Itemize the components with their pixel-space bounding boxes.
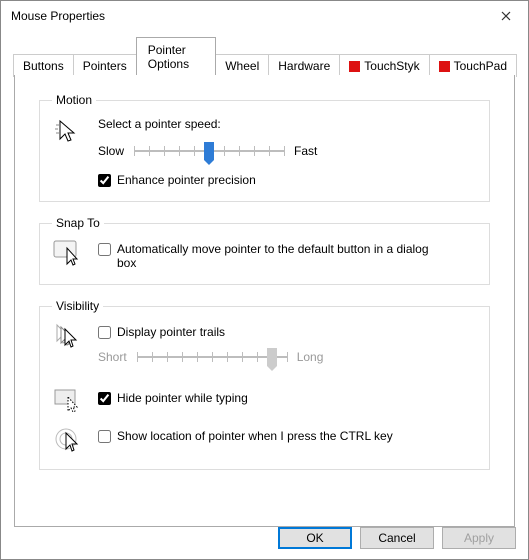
hide-pointer-checkbox[interactable]: Hide pointer while typing — [98, 391, 477, 405]
mouse-properties-dialog: Mouse Properties Buttons Pointers Pointe… — [0, 0, 529, 560]
tab-content: Motion Select a pointer speed: Slow — [14, 75, 515, 527]
pointer-trails-icon — [53, 323, 83, 351]
motion-legend: Motion — [52, 93, 96, 107]
visibility-legend: Visibility — [52, 299, 103, 313]
tab-pointer-options[interactable]: Pointer Options — [136, 37, 216, 76]
window-title: Mouse Properties — [11, 9, 105, 23]
visibility-group: Visibility Display pointer trails — [39, 299, 490, 470]
synaptics-icon — [349, 61, 360, 72]
tab-strip: Buttons Pointers Pointer Options Wheel H… — [1, 31, 528, 76]
ctrl-locate-icon — [54, 427, 82, 455]
trails-short-label: Short — [98, 350, 127, 364]
titlebar: Mouse Properties — [1, 1, 528, 31]
pointer-speed-slider[interactable] — [134, 141, 284, 161]
dialog-buttons: OK Cancel Apply — [278, 527, 516, 549]
snapto-group: Snap To Automatically move pointer to th… — [39, 216, 490, 285]
ctrl-locate-checkbox[interactable]: Show location of pointer when I press th… — [98, 429, 477, 443]
motion-group: Motion Select a pointer speed: Slow — [39, 93, 490, 202]
pointer-speed-label: Select a pointer speed: — [98, 117, 477, 131]
trails-long-label: Long — [297, 350, 324, 364]
tab-touchpad[interactable]: TouchPad — [429, 54, 517, 77]
hide-pointer-icon — [54, 389, 82, 413]
close-button[interactable] — [486, 2, 526, 30]
pointer-trails-checkbox[interactable]: Display pointer trails — [98, 325, 477, 339]
apply-button: Apply — [442, 527, 516, 549]
close-icon — [501, 11, 511, 21]
cancel-button[interactable]: Cancel — [360, 527, 434, 549]
tab-hardware[interactable]: Hardware — [268, 54, 340, 77]
tab-pointers[interactable]: Pointers — [73, 54, 137, 77]
tab-wheel[interactable]: Wheel — [215, 54, 269, 77]
pointer-trails-slider — [137, 347, 287, 367]
synaptics-icon — [439, 61, 450, 72]
tab-touchstyk[interactable]: TouchStyk — [339, 54, 429, 77]
pointer-speed-icon — [54, 117, 82, 145]
snapto-legend: Snap To — [52, 216, 104, 230]
ok-button[interactable]: OK — [278, 527, 352, 549]
tab-buttons[interactable]: Buttons — [13, 54, 74, 77]
speed-fast-label: Fast — [294, 144, 317, 158]
speed-slow-label: Slow — [98, 144, 124, 158]
snap-to-checkbox[interactable]: Automatically move pointer to the defaul… — [98, 242, 477, 270]
snap-to-icon — [53, 240, 83, 266]
enhance-precision-checkbox[interactable]: Enhance pointer precision — [98, 173, 477, 187]
